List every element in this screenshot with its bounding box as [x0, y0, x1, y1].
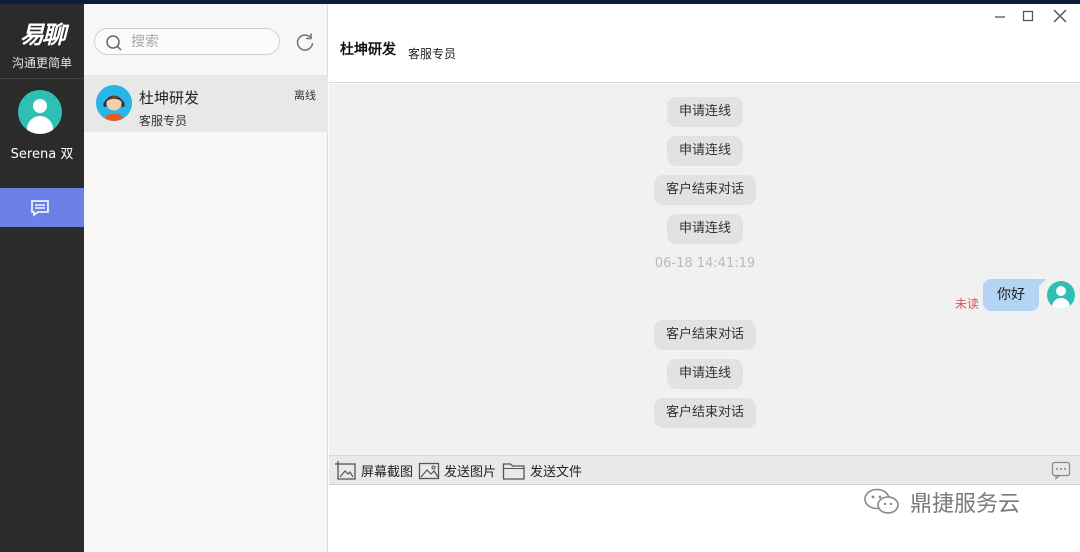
- contact-role: 客服专员: [139, 114, 188, 128]
- send-image-button[interactable]: 发送图片: [418, 459, 496, 482]
- wechat-icon: [864, 488, 899, 514]
- nav-divider: [0, 78, 84, 79]
- system-message: 申请连线: [666, 359, 744, 389]
- system-message: 申请连线: [666, 214, 744, 244]
- chat-list-icon: [31, 200, 49, 217]
- image-icon: [418, 462, 440, 479]
- folder-icon: [502, 462, 525, 480]
- screenshot-label: 屏幕截图: [361, 465, 414, 480]
- my-avatar: [1047, 281, 1075, 309]
- contact-item[interactable]: 杜坤研发 客服专员 离线: [84, 75, 328, 132]
- maximize-icon[interactable]: [1019, 7, 1037, 25]
- outgoing-message[interactable]: 你好: [983, 279, 1046, 311]
- user-avatar[interactable]: [18, 90, 62, 134]
- system-message: 客户结束对话: [653, 175, 757, 205]
- watermark: 鼎捷服务云: [862, 486, 1020, 518]
- chat-title: 杜坤研发: [340, 42, 396, 58]
- logo-text: 易聊: [20, 21, 66, 49]
- minimize-icon[interactable]: [991, 7, 1009, 25]
- nav-item-chats[interactable]: [0, 188, 84, 227]
- message-timestamp: 06-18 14:41:19: [654, 256, 756, 271]
- screenshot-icon: [335, 460, 356, 480]
- side-nav: 易聊 沟通更简单 Serena 双: [0, 4, 84, 552]
- send-file-label: 发送文件: [530, 465, 583, 480]
- more-icon[interactable]: [1051, 460, 1071, 480]
- contact-panel: 杜坤研发 客服专员 离线: [84, 4, 328, 552]
- watermark-text: 鼎捷服务云: [910, 492, 1021, 517]
- refresh-icon[interactable]: [294, 31, 316, 53]
- logo-tagline: 沟通更简单: [11, 56, 72, 70]
- system-message: 申请连线: [666, 136, 744, 166]
- send-image-label: 发送图片: [444, 465, 497, 480]
- chat-header: 杜坤研发 客服专员: [329, 4, 1080, 83]
- search-icon: [106, 35, 122, 51]
- composer-toolbar: 屏幕截图 发送图片 发送文件: [329, 455, 1080, 484]
- user-name: Serena 双: [10, 147, 74, 162]
- app-logo: 易聊 沟通更简单: [0, 22, 84, 71]
- search-input[interactable]: [131, 32, 271, 51]
- contact-name: 杜坤研发: [139, 89, 200, 107]
- send-file-button[interactable]: 发送文件: [502, 459, 582, 482]
- contact-avatar: [96, 85, 132, 121]
- message-list: 申请连线 申请连线 客户结束对话 申请连线 06-18 14:41:19 未读 …: [329, 84, 1080, 455]
- system-message: 申请连线: [666, 97, 744, 127]
- close-icon[interactable]: [1051, 7, 1069, 25]
- contact-status: 离线: [294, 89, 316, 102]
- screenshot-button[interactable]: 屏幕截图: [335, 459, 413, 482]
- search-box[interactable]: [94, 28, 280, 55]
- system-message: 客户结束对话: [653, 320, 757, 350]
- unread-status: 未读: [955, 297, 980, 311]
- chat-subtitle: 客服专员: [408, 47, 457, 61]
- system-message: 客户结束对话: [653, 398, 757, 428]
